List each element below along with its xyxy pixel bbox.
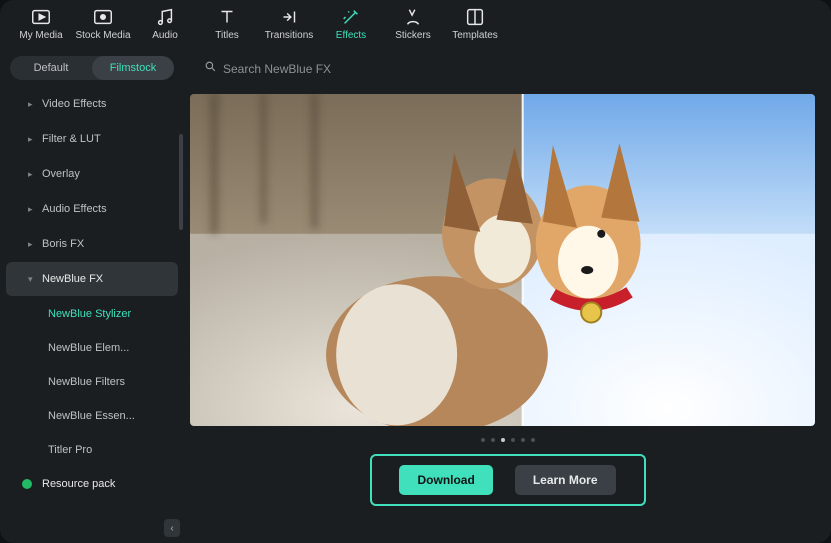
stickers-icon (402, 6, 424, 28)
nav-templates[interactable]: Templates (444, 6, 506, 41)
cat-label: Boris FX (42, 238, 84, 250)
nav-label: My Media (19, 30, 62, 41)
pill-default[interactable]: Default (10, 56, 92, 80)
nav-label: Transitions (265, 30, 314, 41)
nav-label: Stock Media (75, 30, 130, 41)
nav-titles[interactable]: Titles (196, 6, 258, 41)
package-icon (22, 479, 32, 489)
dot-3[interactable] (501, 438, 505, 442)
chevron-right-icon: ▸ (28, 239, 36, 250)
dot-5[interactable] (521, 438, 525, 442)
chevron-right-icon: ▸ (28, 134, 36, 145)
sidebar-scrollbar[interactable] (179, 134, 183, 230)
app-root: My Media Stock Media Audio Titles Transi… (0, 0, 831, 543)
pill-filmstock[interactable]: Filmstock (92, 56, 174, 80)
category-list: ▸ Video Effects ▸ Filter & LUT ▸ Overlay ▸ A… (0, 86, 184, 543)
dot-6[interactable] (531, 438, 535, 442)
nav-label: Audio (152, 30, 178, 41)
audio-icon (154, 6, 176, 28)
search-bar (184, 54, 831, 84)
learn-more-button[interactable]: Learn More (515, 465, 616, 495)
search-icon (204, 60, 217, 78)
download-button[interactable]: Download (399, 465, 492, 495)
cat-boris-fx[interactable]: ▸ Boris FX (6, 227, 178, 261)
resource-label: Resource pack (42, 478, 115, 490)
cat-newblue-fx[interactable]: ▾ NewBlue FX (6, 262, 178, 296)
cta-container: Download Learn More (370, 454, 646, 506)
chevron-left-icon: ‹ (170, 523, 173, 534)
preview-image[interactable] (190, 94, 815, 426)
body: Default Filmstock ▸ Video Effects ▸ Filter… (0, 52, 831, 543)
cat-audio-effects[interactable]: ▸ Audio Effects (6, 192, 178, 226)
chevron-down-icon: ▾ (28, 274, 36, 285)
nav-stock-media[interactable]: Stock Media (72, 6, 134, 41)
nav-transitions[interactable]: Transitions (258, 6, 320, 41)
cat-video-effects[interactable]: ▸ Video Effects (6, 87, 178, 121)
nav-label: Stickers (395, 30, 431, 41)
cat-overlay[interactable]: ▸ Overlay (6, 157, 178, 191)
cat-label: Overlay (42, 168, 80, 180)
transitions-icon (278, 6, 300, 28)
media-icon (30, 6, 52, 28)
dot-4[interactable] (511, 438, 515, 442)
cat-filter-lut[interactable]: ▸ Filter & LUT (6, 122, 178, 156)
cat-label: NewBlue FX (42, 273, 103, 285)
chevron-right-icon: ▸ (28, 169, 36, 180)
top-nav: My Media Stock Media Audio Titles Transi… (0, 0, 831, 52)
collapse-sidebar-button[interactable]: ‹ (164, 519, 180, 537)
resource-pack[interactable]: Resource pack (0, 467, 184, 501)
cat-label: Audio Effects (42, 203, 107, 215)
templates-icon (464, 6, 486, 28)
cat-label: Video Effects (42, 98, 106, 110)
sub-titler-pro[interactable]: Titler Pro (0, 433, 184, 467)
nav-label: Effects (336, 30, 366, 41)
sidebar: Default Filmstock ▸ Video Effects ▸ Filter… (0, 52, 184, 543)
titles-icon (216, 6, 238, 28)
stock-icon (92, 6, 114, 28)
chevron-right-icon: ▸ (28, 99, 36, 110)
chevron-right-icon: ▸ (28, 204, 36, 215)
search-input[interactable] (223, 62, 483, 76)
nav-label: Titles (215, 30, 239, 41)
nav-effects[interactable]: Effects (320, 6, 382, 41)
sub-newblue-essentials[interactable]: NewBlue Essen... (0, 399, 184, 433)
source-toggle: Default Filmstock (10, 56, 174, 80)
cat-label: Filter & LUT (42, 133, 101, 145)
dot-2[interactable] (491, 438, 495, 442)
sub-newblue-stylizer[interactable]: NewBlue Stylizer (0, 297, 184, 331)
nav-my-media[interactable]: My Media (10, 6, 72, 41)
effects-icon (340, 6, 362, 28)
carousel-dots[interactable] (184, 438, 831, 442)
sub-newblue-elements[interactable]: NewBlue Elem... (0, 331, 184, 365)
nav-stickers[interactable]: Stickers (382, 6, 444, 41)
nav-audio[interactable]: Audio (134, 6, 196, 41)
dot-1[interactable] (481, 438, 485, 442)
sub-newblue-filters[interactable]: NewBlue Filters (0, 365, 184, 399)
main-panel: Download Learn More (184, 52, 831, 543)
nav-label: Templates (452, 30, 498, 41)
